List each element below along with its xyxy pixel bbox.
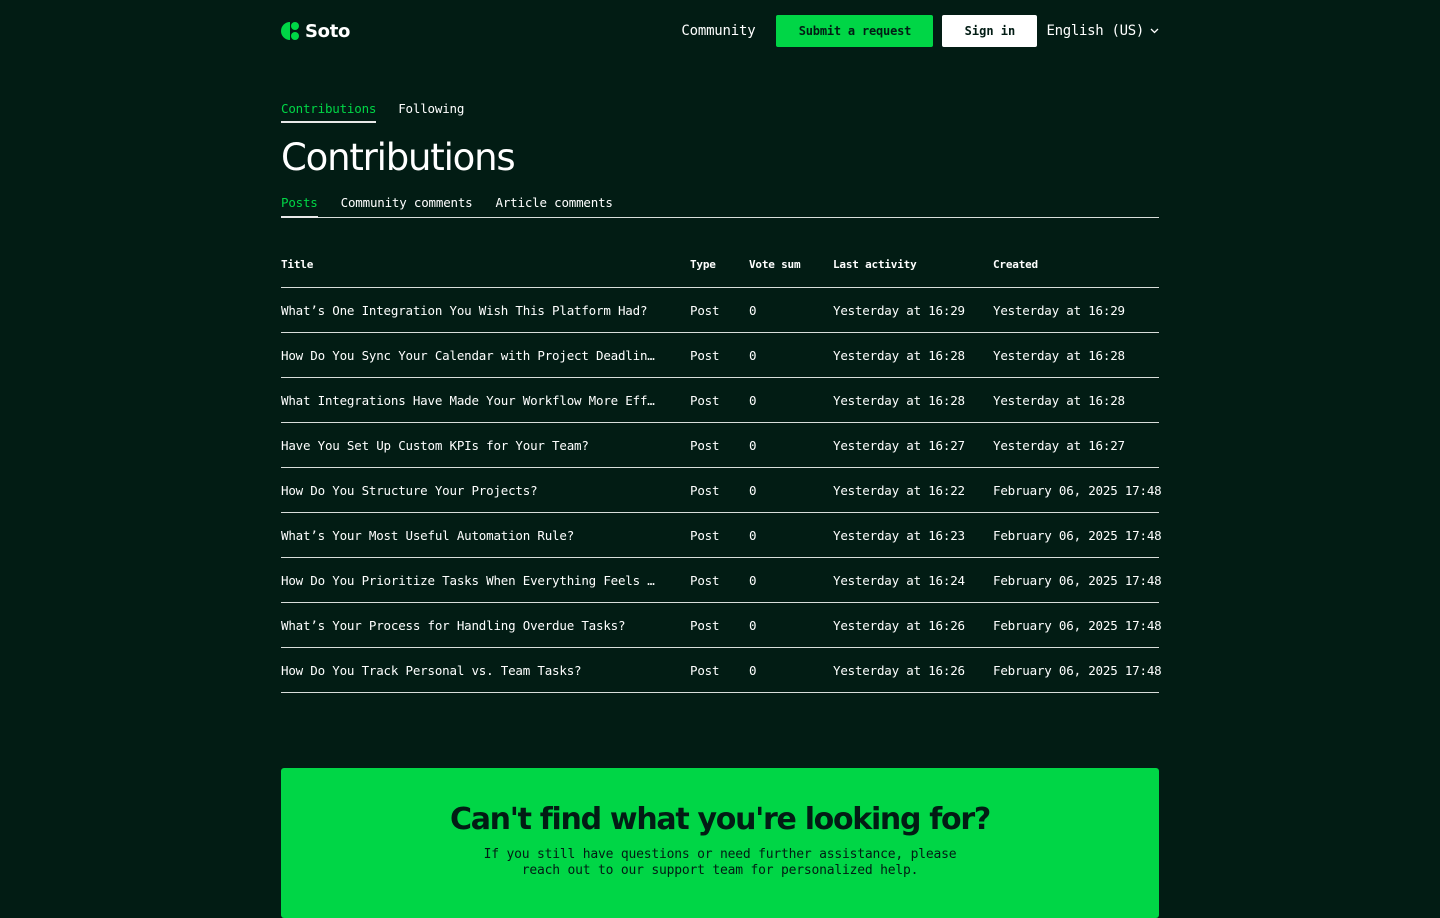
- post-title-link[interactable]: How Do You Sync Your Calendar with Proje…: [281, 348, 662, 363]
- post-last-activity: Yesterday at 16:29: [833, 302, 965, 318]
- table-row: What’s Your Process for Handling Overdue…: [281, 603, 1162, 648]
- column-header-vote-sum: Vote sum: [749, 258, 801, 271]
- post-created: February 06, 2025 17:48: [993, 572, 1162, 588]
- post-type: Post: [690, 572, 720, 588]
- post-title-link[interactable]: How Do You Track Personal vs. Team Tasks…: [281, 663, 582, 678]
- post-title-link[interactable]: How Do You Structure Your Projects?: [281, 483, 538, 498]
- tab-posts[interactable]: Posts: [281, 195, 318, 218]
- submit-request-button[interactable]: Submit a request: [776, 15, 934, 47]
- post-vote-sum: 0: [749, 347, 757, 363]
- tab-following[interactable]: Following: [398, 101, 464, 121]
- contribution-type-tabs: Posts Community comments Article comment…: [281, 195, 1159, 218]
- post-last-activity: Yesterday at 16:26: [833, 617, 965, 633]
- post-type: Post: [690, 437, 720, 453]
- post-title-link[interactable]: What’s Your Process for Handling Overdue…: [281, 618, 626, 633]
- tab-contributions[interactable]: Contributions: [281, 101, 376, 123]
- chevron-down-icon: [1150, 28, 1159, 34]
- post-vote-sum: 0: [749, 572, 757, 588]
- table-header-row: Title Type Vote sum Last activity Create…: [281, 242, 1159, 288]
- tab-article-comments[interactable]: Article comments: [496, 195, 613, 217]
- post-vote-sum: 0: [749, 662, 757, 678]
- column-header-title: Title: [281, 258, 314, 271]
- tab-community-comments[interactable]: Community comments: [341, 195, 473, 217]
- post-last-activity: Yesterday at 16:23: [833, 527, 965, 543]
- post-created: Yesterday at 16:28: [993, 392, 1125, 408]
- post-created: February 06, 2025 17:48: [993, 662, 1162, 678]
- post-last-activity: Yesterday at 16:28: [833, 392, 965, 408]
- post-created: February 06, 2025 17:48: [993, 527, 1162, 543]
- post-type: Post: [690, 302, 720, 318]
- post-created: February 06, 2025 17:48: [993, 482, 1162, 498]
- cta-text: If you still have questions or need furt…: [483, 847, 957, 878]
- support-cta-banner: Can't find what you're looking for? If y…: [281, 768, 1159, 918]
- post-last-activity: Yesterday at 16:22: [833, 482, 965, 498]
- table-row: How Do You Track Personal vs. Team Tasks…: [281, 648, 1162, 693]
- post-type: Post: [690, 482, 720, 498]
- cta-title: Can't find what you're looking for?: [450, 802, 991, 837]
- post-vote-sum: 0: [749, 482, 757, 498]
- logo-text: Soto: [305, 20, 351, 42]
- post-vote-sum: 0: [749, 617, 757, 633]
- post-type: Post: [690, 662, 720, 678]
- table-row: How Do You Structure Your Projects? Post…: [281, 468, 1162, 513]
- table-row: Have You Set Up Custom KPIs for Your Tea…: [281, 423, 1159, 468]
- post-created: February 06, 2025 17:48: [993, 617, 1162, 633]
- post-created: Yesterday at 16:29: [993, 302, 1125, 318]
- table-row: How Do You Prioritize Tasks When Everyth…: [281, 558, 1162, 603]
- table-row: What’s Your Most Useful Automation Rule?…: [281, 513, 1162, 558]
- header-actions: Community Submit a request Sign in Engli…: [681, 15, 1159, 47]
- post-title-link[interactable]: How Do You Prioritize Tasks When Everyth…: [281, 573, 662, 588]
- post-type: Post: [690, 392, 720, 408]
- post-type: Post: [690, 347, 720, 363]
- post-created: Yesterday at 16:27: [993, 437, 1125, 453]
- post-title-link[interactable]: What Integrations Have Made Your Workflo…: [281, 393, 662, 408]
- post-vote-sum: 0: [749, 392, 757, 408]
- post-title-link[interactable]: Have You Set Up Custom KPIs for Your Tea…: [281, 438, 589, 453]
- language-label: English (US): [1046, 23, 1144, 39]
- post-title-link[interactable]: What’s One Integration You Wish This Pla…: [281, 303, 647, 318]
- post-type: Post: [690, 527, 720, 543]
- soto-logo-icon: [281, 22, 299, 40]
- column-header-created: Created: [993, 258, 1038, 271]
- table-row: How Do You Sync Your Calendar with Proje…: [281, 333, 1159, 378]
- post-type: Post: [690, 617, 720, 633]
- language-selector[interactable]: English (US): [1046, 23, 1159, 39]
- logo-link[interactable]: Soto: [281, 21, 350, 42]
- post-created: Yesterday at 16:28: [993, 347, 1125, 363]
- post-last-activity: Yesterday at 16:24: [833, 572, 965, 588]
- post-last-activity: Yesterday at 16:26: [833, 662, 965, 678]
- column-header-type: Type: [690, 258, 716, 271]
- column-header-last-activity: Last activity: [833, 258, 917, 271]
- table-row: What’s One Integration You Wish This Pla…: [281, 288, 1159, 333]
- post-vote-sum: 0: [749, 302, 757, 318]
- page-title: Contributions: [281, 136, 516, 179]
- posts-table: Title Type Vote sum Last activity Create…: [281, 242, 1162, 693]
- site-header: Soto Community Submit a request Sign in …: [281, 12, 1159, 50]
- post-vote-sum: 0: [749, 527, 757, 543]
- post-last-activity: Yesterday at 16:27: [833, 437, 965, 453]
- community-link[interactable]: Community: [681, 23, 755, 39]
- post-title-link[interactable]: What’s Your Most Useful Automation Rule?: [281, 528, 574, 543]
- post-last-activity: Yesterday at 16:28: [833, 347, 965, 363]
- post-vote-sum: 0: [749, 437, 757, 453]
- table-row: What Integrations Have Made Your Workflo…: [281, 378, 1159, 423]
- sign-in-button[interactable]: Sign in: [942, 15, 1038, 47]
- profile-tabs: Contributions Following: [281, 101, 486, 123]
